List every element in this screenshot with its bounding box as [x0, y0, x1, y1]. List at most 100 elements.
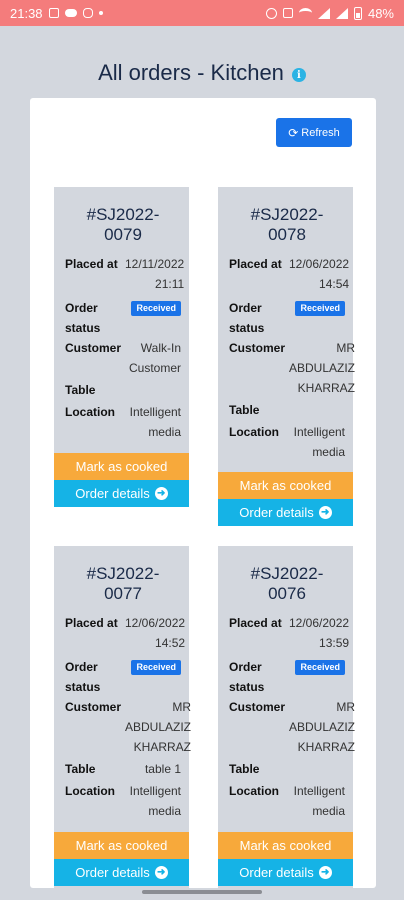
order-number: #SJ2022-0078	[250, 205, 324, 244]
placed-at-row: Placed at 12/11/2022 21:11	[65, 254, 185, 294]
status-badge: Received	[131, 660, 181, 675]
nfc-icon	[282, 8, 293, 18]
location-label: Location	[229, 425, 279, 439]
page-header: All orders - Kitchen i	[0, 60, 404, 86]
order-details-button[interactable]: Order details ➜	[218, 499, 353, 526]
order-status-label: Order status	[65, 660, 101, 694]
alarm-icon	[265, 7, 277, 19]
mark-cooked-button[interactable]: Mark as cooked	[54, 832, 189, 859]
cloud-icon	[64, 9, 77, 17]
order-card: #SJ2022-0079 Placed at 12/11/2022 21:11 …	[54, 187, 189, 507]
table-row: Table	[229, 400, 345, 420]
placed-at-row: Placed at 12/06/2022 14:54	[229, 254, 349, 294]
placed-at-value: 12/06/2022 13:59	[289, 616, 350, 650]
location-label: Location	[229, 784, 279, 798]
customer-label: Customer	[229, 700, 286, 714]
order-card: #SJ2022-0077 Placed at 12/06/2022 14:52 …	[54, 546, 191, 888]
battery-icon	[353, 6, 362, 20]
customer-row: Customer MR ABDULAZIZ KHARRAZ	[229, 338, 355, 398]
table-row: Table table 1	[65, 759, 181, 779]
order-status-label: Order status	[229, 301, 265, 335]
instagram-icon	[82, 8, 93, 18]
location-value: Intelligent media	[293, 784, 345, 818]
card-actions: Mark as cooked Order details ➜	[54, 832, 189, 886]
arrow-right-circle-icon: ➜	[318, 506, 332, 519]
wifi-icon	[298, 8, 312, 18]
order-status-row: Order status Received	[65, 657, 181, 697]
location-value: Intelligent media	[129, 784, 181, 818]
card-actions: Mark as cooked Order details ➜	[218, 832, 353, 886]
order-details-label: Order details	[239, 865, 314, 880]
status-badge: Received	[295, 301, 345, 316]
table-row: Table	[65, 380, 181, 400]
placed-at-value: 12/11/2022 21:11	[125, 257, 185, 291]
table-label: Table	[229, 403, 260, 417]
gallery-icon	[48, 8, 59, 18]
table-label: Table	[65, 383, 96, 397]
placed-at-label: Placed at	[65, 257, 118, 271]
location-row: Location Intelligent media	[229, 781, 345, 821]
order-status-label: Order status	[65, 301, 101, 335]
arrow-right-circle-icon: ➜	[318, 866, 332, 879]
notification-dot-icon	[98, 11, 103, 15]
customer-value: Walk-In Customer	[128, 341, 181, 375]
mark-cooked-button[interactable]: Mark as cooked	[218, 832, 353, 859]
location-label: Location	[65, 784, 115, 798]
placed-at-row: Placed at 12/06/2022 13:59	[229, 613, 349, 653]
status-badge: Received	[131, 301, 181, 316]
refresh-button[interactable]: ⟳ Refresh	[276, 118, 352, 147]
customer-label: Customer	[65, 700, 122, 714]
order-details-button[interactable]: Order details ➜	[218, 859, 353, 886]
mark-cooked-button[interactable]: Mark as cooked	[218, 472, 353, 499]
table-label: Table	[65, 762, 96, 776]
placed-at-label: Placed at	[229, 616, 282, 630]
refresh-label: Refresh	[301, 126, 340, 139]
order-status-row: Order status Received	[229, 298, 345, 338]
table-value	[125, 380, 181, 400]
card-actions: Mark as cooked Order details ➜	[54, 453, 189, 507]
location-row: Location Intelligent media	[65, 781, 181, 821]
home-indicator[interactable]	[142, 890, 262, 894]
order-details-button[interactable]: Order details ➜	[54, 859, 189, 886]
table-label: Table	[229, 762, 260, 776]
signal-icon-1	[317, 7, 330, 19]
order-card: #SJ2022-0076 Placed at 12/06/2022 13:59 …	[218, 546, 356, 888]
placed-at-label: Placed at	[229, 257, 282, 271]
table-value	[289, 759, 345, 779]
customer-row: Customer MR ABDULAZIZ KHARRAZ	[65, 697, 191, 757]
mark-cooked-button[interactable]: Mark as cooked	[54, 453, 189, 480]
info-icon[interactable]: i	[291, 68, 306, 82]
order-details-label: Order details	[75, 486, 150, 501]
customer-label: Customer	[65, 341, 122, 355]
location-label: Location	[65, 405, 115, 419]
location-value: Intelligent media	[129, 405, 181, 439]
clock: 21:38	[10, 5, 43, 21]
order-number: #SJ2022-0077	[86, 564, 160, 603]
placed-at-value: 12/06/2022 14:54	[289, 257, 350, 291]
status-badge: Received	[295, 660, 345, 675]
page-title: All orders - Kitchen	[98, 60, 284, 85]
table-value	[289, 400, 345, 420]
customer-value: MR ABDULAZIZ KHARRAZ	[289, 341, 356, 395]
battery-level: 48%	[367, 5, 394, 21]
refresh-icon: ⟳	[288, 125, 299, 140]
status-right: 48%	[265, 5, 394, 21]
order-details-label: Order details	[75, 865, 150, 880]
customer-label: Customer	[229, 341, 286, 355]
order-details-button[interactable]: Order details ➜	[54, 480, 189, 507]
location-row: Location Intelligent media	[65, 402, 181, 442]
order-status-row: Order status Received	[229, 657, 345, 697]
customer-value: MR ABDULAZIZ KHARRAZ	[289, 700, 356, 754]
order-details-label: Order details	[239, 505, 314, 520]
customer-row: Customer Walk-In Customer	[65, 338, 181, 378]
location-row: Location Intelligent media	[229, 422, 345, 462]
order-status-label: Order status	[229, 660, 265, 694]
placed-at-label: Placed at	[65, 616, 118, 630]
placed-at-value: 12/06/2022 14:52	[125, 616, 186, 650]
order-card: #SJ2022-0078 Placed at 12/06/2022 14:54 …	[218, 187, 355, 526]
signal-icon-2	[335, 7, 348, 19]
order-number: #SJ2022-0076	[250, 564, 324, 603]
customer-value: MR ABDULAZIZ KHARRAZ	[125, 700, 192, 754]
status-left: 21:38	[10, 6, 103, 21]
arrow-right-circle-icon: ➜	[154, 487, 168, 500]
